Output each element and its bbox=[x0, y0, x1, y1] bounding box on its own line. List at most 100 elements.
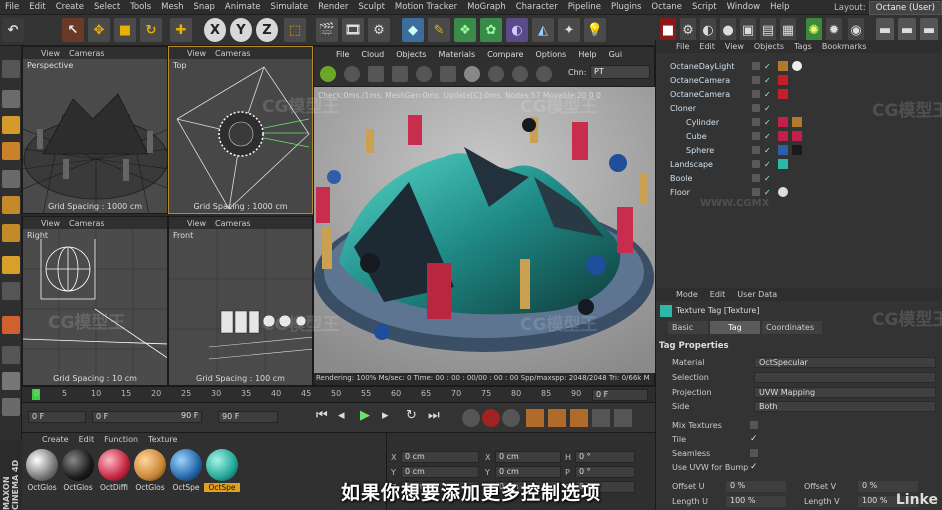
layout-dropdown[interactable]: Octane (User) bbox=[868, 0, 942, 15]
tag-icon[interactable] bbox=[778, 159, 788, 169]
settings-icon[interactable] bbox=[416, 66, 432, 82]
rot-key-icon[interactable] bbox=[570, 409, 588, 427]
menu-snap[interactable]: Snap bbox=[189, 2, 220, 12]
om-tags-menu[interactable]: Tags bbox=[794, 42, 812, 51]
octane-half-icon[interactable]: ◐ bbox=[700, 18, 716, 42]
projection-dropdown[interactable]: UVW Mapping bbox=[754, 386, 936, 398]
sphere-icon[interactable] bbox=[464, 66, 480, 82]
viewport-view-menu[interactable]: View bbox=[187, 49, 206, 58]
camera-icon[interactable]: ✦ bbox=[558, 18, 580, 42]
layout-icon-b[interactable]: ▬ bbox=[898, 18, 916, 42]
eyedropper-icon[interactable] bbox=[512, 66, 528, 82]
menu-animate[interactable]: Animate bbox=[220, 2, 266, 12]
tweak-mode-icon[interactable] bbox=[2, 282, 20, 300]
current-frame-field[interactable]: 0 F bbox=[592, 389, 648, 401]
polygons-mode-icon[interactable] bbox=[2, 224, 20, 242]
mat-function-menu[interactable]: Function bbox=[104, 435, 138, 444]
tile-checkbox[interactable]: ✓ bbox=[750, 434, 758, 444]
visibility-toggle[interactable] bbox=[752, 132, 760, 140]
octane-material-icon[interactable]: ◉ bbox=[848, 18, 864, 42]
solo-icon[interactable] bbox=[2, 398, 20, 416]
menu-simulate[interactable]: Simulate bbox=[266, 2, 314, 12]
menu-mograph[interactable]: MoGraph bbox=[462, 2, 511, 12]
cube-primitive-icon[interactable]: ◆ bbox=[402, 18, 424, 42]
prev-key-icon[interactable]: ◂ bbox=[338, 408, 345, 423]
tag-icon[interactable] bbox=[792, 61, 802, 71]
octane-start-icon[interactable] bbox=[320, 66, 336, 82]
pause-icon[interactable] bbox=[368, 66, 384, 82]
region-icon[interactable] bbox=[392, 66, 408, 82]
viewport-right[interactable]: View Cameras Right Grid Spacing : 10 cm bbox=[22, 216, 168, 386]
tab-basic[interactable]: Basic bbox=[668, 321, 708, 334]
mat-create-menu[interactable]: Create bbox=[42, 435, 69, 444]
octane-env-icon[interactable]: ✺ bbox=[806, 18, 822, 42]
menu-tools[interactable]: Tools bbox=[125, 2, 156, 12]
object-row[interactable]: Cube ✓ bbox=[656, 129, 942, 143]
menu-script[interactable]: Script bbox=[687, 2, 722, 12]
undo-icon[interactable]: ↶ bbox=[2, 18, 24, 42]
pen-icon[interactable]: ✎ bbox=[428, 18, 450, 42]
side-dropdown[interactable]: Both bbox=[754, 400, 936, 412]
edges-mode-icon[interactable] bbox=[2, 196, 20, 214]
tag-icon[interactable] bbox=[792, 145, 802, 155]
viewport-cameras-menu[interactable]: Cameras bbox=[215, 49, 251, 58]
lock-icon[interactable] bbox=[440, 66, 456, 82]
check-icon[interactable]: ✓ bbox=[764, 118, 771, 127]
menu-sculpt[interactable]: Sculpt bbox=[353, 2, 390, 12]
menu-character[interactable]: Character bbox=[511, 2, 563, 12]
om-edit-menu[interactable]: Edit bbox=[699, 42, 715, 51]
tab-tag[interactable]: Tag bbox=[710, 321, 760, 334]
visibility-toggle[interactable] bbox=[752, 146, 760, 154]
visibility-toggle[interactable] bbox=[752, 90, 760, 98]
p-rotation-field[interactable]: 0 ° bbox=[575, 466, 635, 478]
y-position-field[interactable]: 0 cm bbox=[401, 466, 479, 478]
check-icon[interactable]: ✓ bbox=[764, 62, 771, 71]
tag-icon[interactable] bbox=[778, 131, 788, 141]
tag-icon[interactable] bbox=[778, 145, 788, 155]
tab-coordinates[interactable]: Coordinates bbox=[762, 321, 822, 334]
om-objects-menu[interactable]: Objects bbox=[754, 42, 784, 51]
layout-icon-c[interactable]: ▬ bbox=[920, 18, 938, 42]
object-row[interactable]: OctaneDayLight ✓ bbox=[656, 59, 942, 73]
viewport-top[interactable]: View Cameras Top Grid Spacing : 1000 cm bbox=[168, 46, 313, 214]
menu-octane[interactable]: Octane bbox=[646, 2, 687, 12]
check-icon[interactable]: ✓ bbox=[764, 132, 771, 141]
lock-icon[interactable] bbox=[2, 372, 20, 390]
octane-dark-icon[interactable]: ● bbox=[720, 18, 736, 42]
timeline-ruler[interactable]: 0 5 10 15 20 25 30 35 40 45 50 55 60 65 … bbox=[22, 386, 655, 402]
octane-settings-icon[interactable]: ⚙ bbox=[680, 18, 696, 42]
rotate-icon[interactable]: ↻ bbox=[140, 18, 162, 42]
workplane-icon[interactable] bbox=[2, 142, 20, 160]
menu-render[interactable]: Render bbox=[313, 2, 353, 12]
viewport-cameras-menu[interactable]: Cameras bbox=[69, 219, 105, 228]
tag-icon[interactable] bbox=[792, 131, 802, 141]
mix-checkbox[interactable] bbox=[750, 421, 758, 429]
goto-end-icon[interactable]: ⏭ bbox=[428, 408, 440, 423]
scale-icon[interactable]: ■ bbox=[114, 18, 136, 42]
restart-icon[interactable] bbox=[344, 66, 360, 82]
render-menu-file[interactable]: File bbox=[336, 50, 349, 59]
render-menu-objects[interactable]: Objects bbox=[396, 50, 426, 59]
menu-motion-tracker[interactable]: Motion Tracker bbox=[390, 2, 462, 12]
octane-live-icon[interactable]: ■ bbox=[660, 18, 676, 42]
visibility-toggle[interactable] bbox=[752, 118, 760, 126]
tag-icon[interactable] bbox=[792, 117, 802, 127]
material-swatch[interactable] bbox=[134, 449, 166, 481]
viewport-view-menu[interactable]: View bbox=[41, 219, 60, 228]
layout-icon-a[interactable]: ▬ bbox=[876, 18, 894, 42]
render-menu-gui[interactable]: Gui bbox=[609, 50, 623, 59]
x-position-field[interactable]: 0 cm bbox=[401, 451, 479, 463]
light-icon[interactable]: 💡 bbox=[584, 18, 606, 42]
grid-icon[interactable] bbox=[2, 346, 20, 364]
render-menu-compare[interactable]: Compare bbox=[487, 50, 523, 59]
attr-mode-menu[interactable]: Mode bbox=[676, 290, 698, 299]
axis-z-button[interactable]: Z bbox=[256, 18, 278, 42]
check-icon[interactable]: ✓ bbox=[764, 104, 771, 113]
viewport-front[interactable]: View Cameras Front Grid Spacing : 100 cm bbox=[168, 216, 313, 386]
menu-file[interactable]: File bbox=[0, 2, 24, 12]
check-icon[interactable]: ✓ bbox=[764, 160, 771, 169]
render-menu-materials[interactable]: Materials bbox=[438, 50, 475, 59]
check-icon[interactable]: ✓ bbox=[764, 188, 771, 197]
material-swatch[interactable] bbox=[170, 449, 202, 481]
tag-icon[interactable] bbox=[778, 117, 788, 127]
